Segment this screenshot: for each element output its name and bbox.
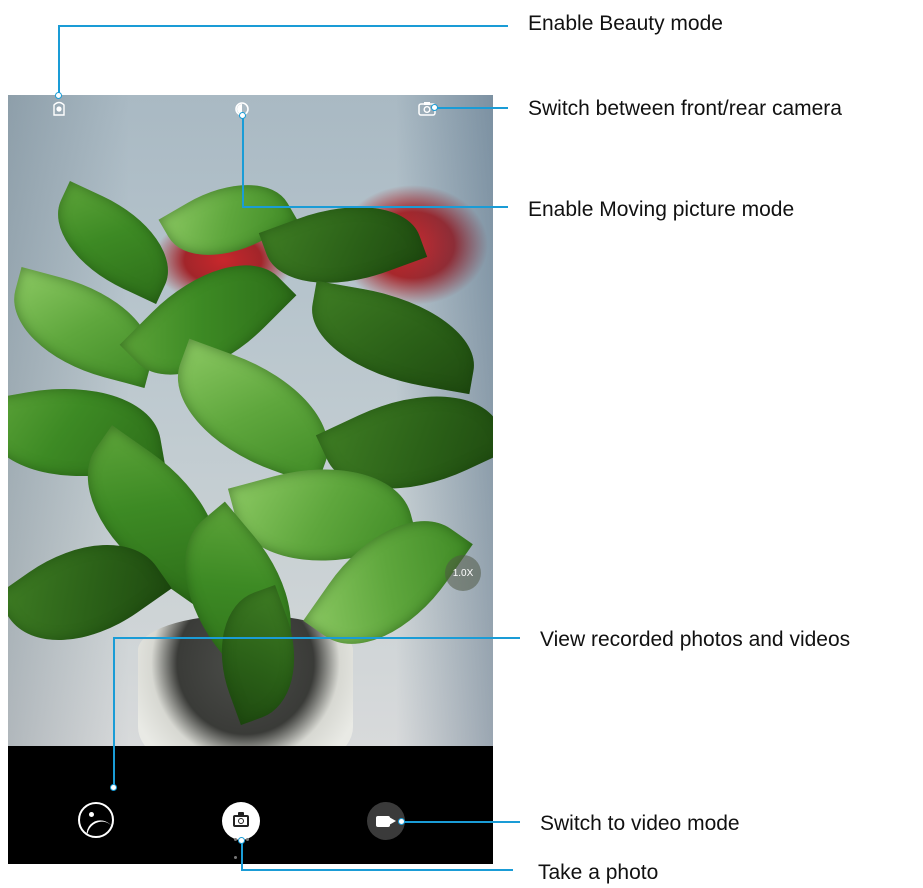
- camera-viewfinder[interactable]: 1.0X: [8, 95, 493, 746]
- callout-dot-video-mode: [398, 818, 405, 825]
- camera-control-bar: [8, 746, 493, 864]
- zoom-level-text: 1.0X: [452, 567, 474, 579]
- callout-moving-picture-label: Enable Moving picture mode: [528, 198, 795, 221]
- callout-line-gallery-h: [113, 637, 520, 639]
- page-dot: [234, 838, 237, 841]
- callout-line-gallery: [113, 637, 115, 789]
- shutter-button[interactable]: [222, 802, 260, 840]
- callout-video-mode-label: Switch to video mode: [540, 812, 740, 835]
- callout-take-photo-label: Take a photo: [538, 861, 659, 884]
- callout-line-take-photo-h: [241, 869, 513, 871]
- callout-switch-camera-label: Switch between front/rear camera: [528, 97, 842, 120]
- gallery-button[interactable]: [78, 802, 114, 838]
- beauty-mode-icon[interactable]: [52, 101, 66, 120]
- callout-dot-switch-camera: [431, 104, 438, 111]
- callout-beauty-label: Enable Beauty mode: [528, 12, 723, 35]
- callout-line-beauty: [58, 25, 60, 95]
- callout-dot-gallery: [110, 784, 117, 791]
- video-camera-icon: [376, 815, 390, 827]
- callout-dot-take-photo: [238, 837, 245, 844]
- callout-line-moving-picture-h: [242, 206, 508, 208]
- callout-line-switch-camera: [436, 107, 508, 109]
- callout-dot-moving-picture: [239, 112, 246, 119]
- callout-line-beauty-h: [58, 25, 508, 27]
- callout-line-take-photo: [241, 840, 243, 870]
- callout-gallery-label: View recorded photos and videos: [540, 628, 851, 651]
- camera-icon: [233, 812, 249, 827]
- page-dot: [246, 838, 249, 841]
- callout-dot-beauty: [55, 92, 62, 99]
- callout-line-video-mode: [403, 821, 520, 823]
- gallery-icon: [89, 812, 94, 817]
- mode-page-indicator: [234, 828, 264, 859]
- gallery-icon-arc: [80, 814, 112, 836]
- callout-line-moving-picture: [242, 115, 244, 207]
- zoom-level-badge[interactable]: 1.0X: [445, 555, 481, 591]
- page-dot: [234, 856, 237, 859]
